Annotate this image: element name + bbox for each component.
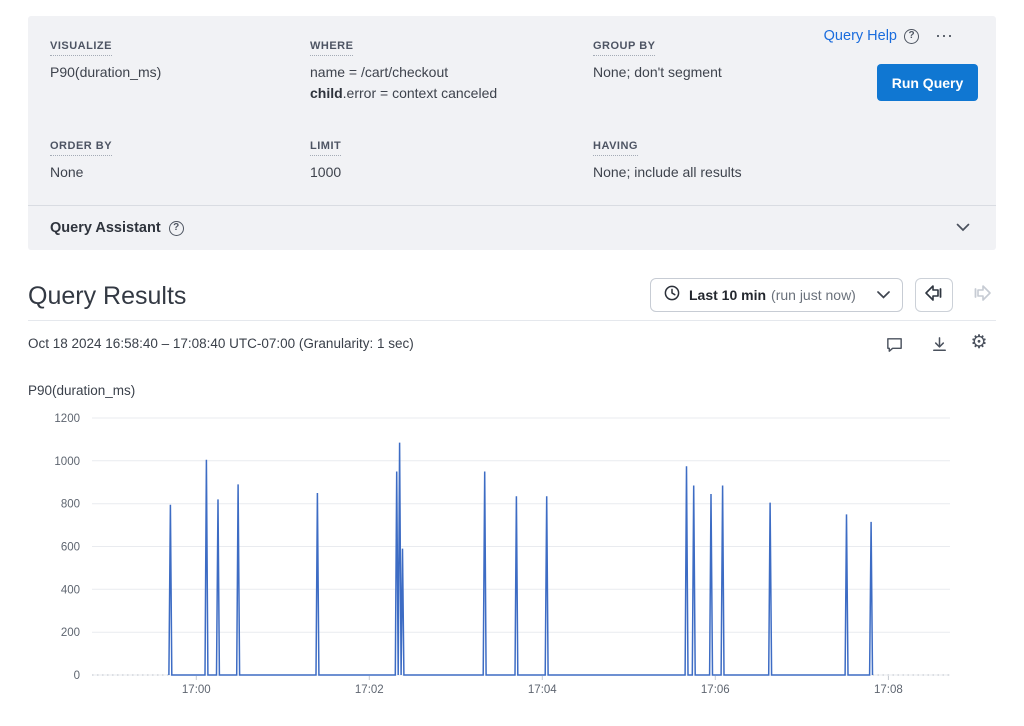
y-tick-label: 0 [74,670,80,682]
visualize-value[interactable]: P90(duration_ms) [50,64,161,80]
assistant-help-circle-icon[interactable]: ? [169,221,184,236]
query-builder-panel: VISUALIZE P90(duration_ms) WHERE name = … [28,16,996,250]
x-tick-label: 17:04 [528,684,557,696]
previous-query-button[interactable] [915,278,953,312]
y-tick-label: 400 [61,584,80,596]
forward-arrow-icon [972,284,992,307]
y-tick-label: 1200 [54,413,80,425]
where-label: WHERE [310,40,353,56]
order-by-value[interactable]: None [50,164,112,180]
back-arrow-icon [924,284,944,307]
having-label: HAVING [593,140,638,156]
visualize-field[interactable]: VISUALIZE P90(duration_ms) [50,36,161,80]
y-tick-label: 1000 [54,456,80,468]
query-assistant-row[interactable]: Query Assistant ? [28,205,996,250]
where-field[interactable]: WHERE name = /cart/checkout child.error … [310,36,497,101]
limit-label: LIMIT [310,140,341,156]
where-clause-1[interactable]: name = /cart/checkout [310,64,497,80]
clock-icon [663,284,681,307]
next-query-button[interactable] [968,282,996,308]
limit-field[interactable]: LIMIT 1000 [310,136,341,180]
divider [28,320,996,321]
query-help-row: Query Help ? ⋯ [824,28,953,44]
series-line [169,443,873,675]
help-circle-icon[interactable]: ? [904,29,919,44]
download-icon[interactable] [929,334,950,355]
visualize-label: VISUALIZE [50,40,112,56]
time-range-dropdown[interactable]: Last 10 min (run just now) [650,278,903,312]
x-tick-label: 17:06 [701,684,730,696]
query-assistant-label: Query Assistant [50,220,161,236]
limit-value[interactable]: 1000 [310,164,341,180]
time-range-value: Last 10 min [689,287,766,303]
results-chart: 0 200 400 600 800 1000 1200 17:00 17:02 17:04 17:0… [28,404,996,704]
chevron-down-icon [877,286,890,304]
query-time-window: Oct 18 2024 16:58:40 – 17:08:40 UTC-07:0… [28,336,414,351]
x-tick-label: 17:02 [355,684,384,696]
gear-icon[interactable]: ⚙ [967,330,991,354]
having-field[interactable]: HAVING None; include all results [593,136,742,180]
overflow-menu-icon[interactable]: ⋯ [935,31,953,41]
group-by-value[interactable]: None; don't segment [593,64,722,80]
y-tick-label: 200 [61,627,80,639]
run-query-button[interactable]: Run Query [877,64,978,101]
chart-title: P90(duration_ms) [28,383,135,398]
y-tick-label: 600 [61,542,80,554]
group-by-field[interactable]: GROUP BY None; don't segment [593,36,722,80]
chevron-down-icon[interactable] [956,219,970,237]
group-by-label: GROUP BY [593,40,655,56]
having-value[interactable]: None; include all results [593,164,742,180]
results-title: Query Results [28,282,186,311]
y-tick-label: 800 [61,499,80,511]
order-by-field[interactable]: ORDER BY None [50,136,112,180]
comment-icon[interactable] [884,334,905,355]
page: VISUALIZE P90(duration_ms) WHERE name = … [0,0,1024,726]
x-tick-label: 17:00 [182,684,211,696]
where-clause-2[interactable]: child.error = context canceled [310,85,497,101]
x-tick-label: 17:08 [874,684,903,696]
query-help-link[interactable]: Query Help [824,28,897,44]
order-by-label: ORDER BY [50,140,112,156]
time-range-note: (run just now) [771,287,856,303]
